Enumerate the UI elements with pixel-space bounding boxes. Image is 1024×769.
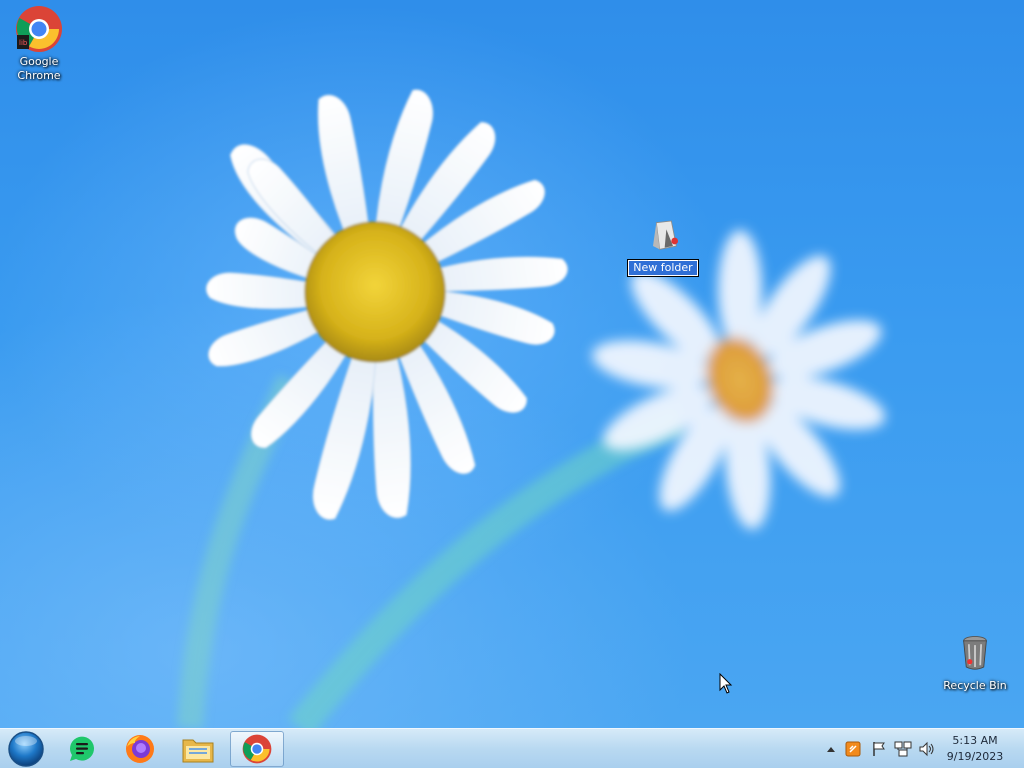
google-chrome-shortcut[interactable]: lib Google Chrome	[4, 5, 74, 83]
recycle-bin-icon	[963, 635, 987, 670]
recycle-bin[interactable]: Recycle Bin	[940, 632, 1010, 693]
recycle-bin-label: Recycle Bin	[943, 679, 1007, 692]
network-icon[interactable]	[894, 741, 912, 757]
volume-icon[interactable]	[918, 741, 936, 757]
desktop[interactable]: lib Google Chrome New folder Recycle Bin	[0, 0, 1024, 728]
chrome-icon	[242, 734, 272, 764]
folder-icon	[653, 220, 678, 250]
start-orb-icon	[8, 731, 44, 767]
folder-icon	[182, 739, 214, 763]
clock-date: 9/19/2023	[946, 750, 1004, 763]
taskbar-file-explorer[interactable]	[172, 731, 224, 767]
taskbar-clock[interactable]: 5:13 AM 9/19/2023	[940, 733, 1010, 765]
svg-text:lib: lib	[19, 39, 28, 47]
mouse-cursor-icon	[719, 673, 733, 694]
chrome-icon: lib	[16, 6, 62, 52]
new-folder[interactable]: New folder	[627, 216, 699, 277]
firefox-icon	[126, 735, 154, 763]
rename-textbox[interactable]: New folder	[627, 259, 699, 277]
app-tray-icon[interactable]	[844, 741, 862, 757]
system-tray: 5:13 AM 9/19/2023	[814, 729, 1024, 769]
taskbar-sheets-app[interactable]	[56, 731, 108, 767]
show-hidden-icons-chevron[interactable]	[822, 741, 840, 757]
start-button[interactable]	[2, 731, 50, 767]
taskbar: 5:13 AM 9/19/2023	[0, 728, 1024, 768]
green-document-icon	[69, 736, 94, 761]
clock-time: 5:13 AM	[952, 734, 998, 747]
taskbar-firefox[interactable]	[114, 731, 166, 767]
action-center-flag-icon[interactable]	[870, 741, 888, 757]
taskbar-google-chrome[interactable]	[230, 731, 284, 767]
google-chrome-label: Google Chrome	[17, 55, 61, 82]
wallpaper-daisies	[177, 89, 886, 728]
